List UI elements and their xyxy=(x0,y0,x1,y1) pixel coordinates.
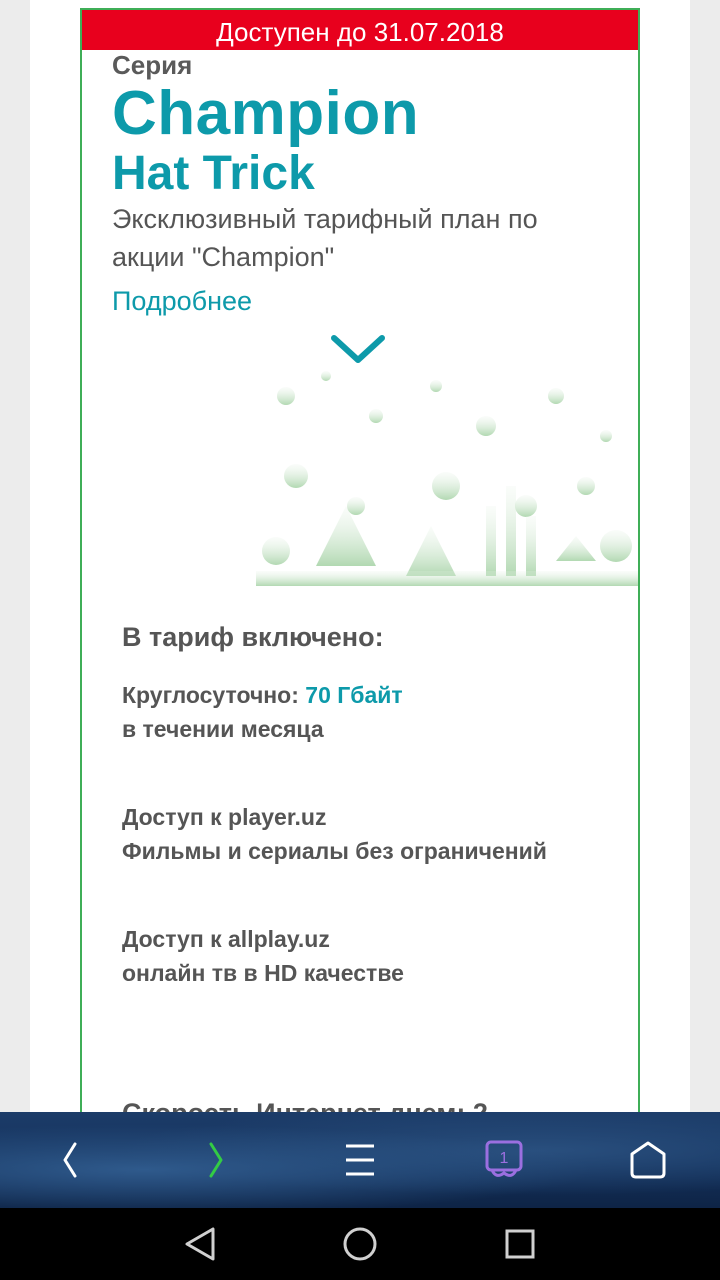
menu-icon xyxy=(346,1144,374,1176)
nav-home-icon xyxy=(343,1227,377,1261)
tariff-description: Эксклюзивный тарифный план по акции "Cha… xyxy=(112,204,538,272)
forward-icon xyxy=(209,1142,223,1178)
home-button[interactable] xyxy=(608,1112,688,1208)
nav-back-icon xyxy=(185,1227,215,1261)
decorative-pattern xyxy=(256,371,638,586)
system-recents-button[interactable] xyxy=(480,1208,560,1280)
feature-traffic: Круглосуточно: 70 Гбайт в течении месяца xyxy=(122,678,403,746)
forward-button[interactable] xyxy=(176,1112,256,1208)
traffic-amount: 70 Гбайт xyxy=(305,682,403,708)
feature-player: Доступ к player.uz Фильмы и сериалы без … xyxy=(122,800,547,868)
back-button[interactable] xyxy=(30,1112,110,1208)
tariff-title: Champion xyxy=(112,79,420,148)
feature-allplay-line2: онлайн тв в HD качестве xyxy=(122,960,404,986)
feature-allplay: Доступ к allplay.uz онлайн тв в HD качес… xyxy=(122,922,404,990)
tariff-subtitle: Hat Trick xyxy=(112,147,315,200)
menu-button[interactable] xyxy=(320,1112,400,1208)
system-navigation-bar xyxy=(0,1208,720,1280)
back-icon xyxy=(63,1142,77,1178)
more-details-link[interactable]: Подробнее xyxy=(112,286,252,317)
feature-player-line1: Доступ к player.uz xyxy=(122,804,327,830)
included-heading: В тариф включено: xyxy=(122,622,384,652)
home-icon xyxy=(630,1141,666,1179)
system-back-button[interactable] xyxy=(160,1208,240,1280)
feature-allplay-line1: Доступ к allplay.uz xyxy=(122,926,330,952)
tab-count: 1 xyxy=(500,1150,509,1167)
feature-traffic-line2: в течении месяца xyxy=(122,716,324,742)
tabs-button[interactable]: 1 xyxy=(464,1112,544,1208)
browser-toolbar: 1 xyxy=(0,1112,720,1208)
feature-traffic-line1: Круглосуточно: 70 Гбайт xyxy=(122,682,403,708)
tariff-card: Доступен до 31.07.2018 Серия Champion Ha… xyxy=(80,8,640,1130)
system-home-button[interactable] xyxy=(320,1208,400,1280)
tabs-icon: 1 xyxy=(485,1140,523,1177)
chevron-down-icon[interactable] xyxy=(330,332,386,366)
nav-recents-icon xyxy=(505,1229,535,1259)
availability-banner: Доступен до 31.07.2018 xyxy=(82,10,638,50)
feature-player-line2: Фильмы и сериалы без ограничений xyxy=(122,838,547,864)
series-label: Серия xyxy=(112,50,193,80)
